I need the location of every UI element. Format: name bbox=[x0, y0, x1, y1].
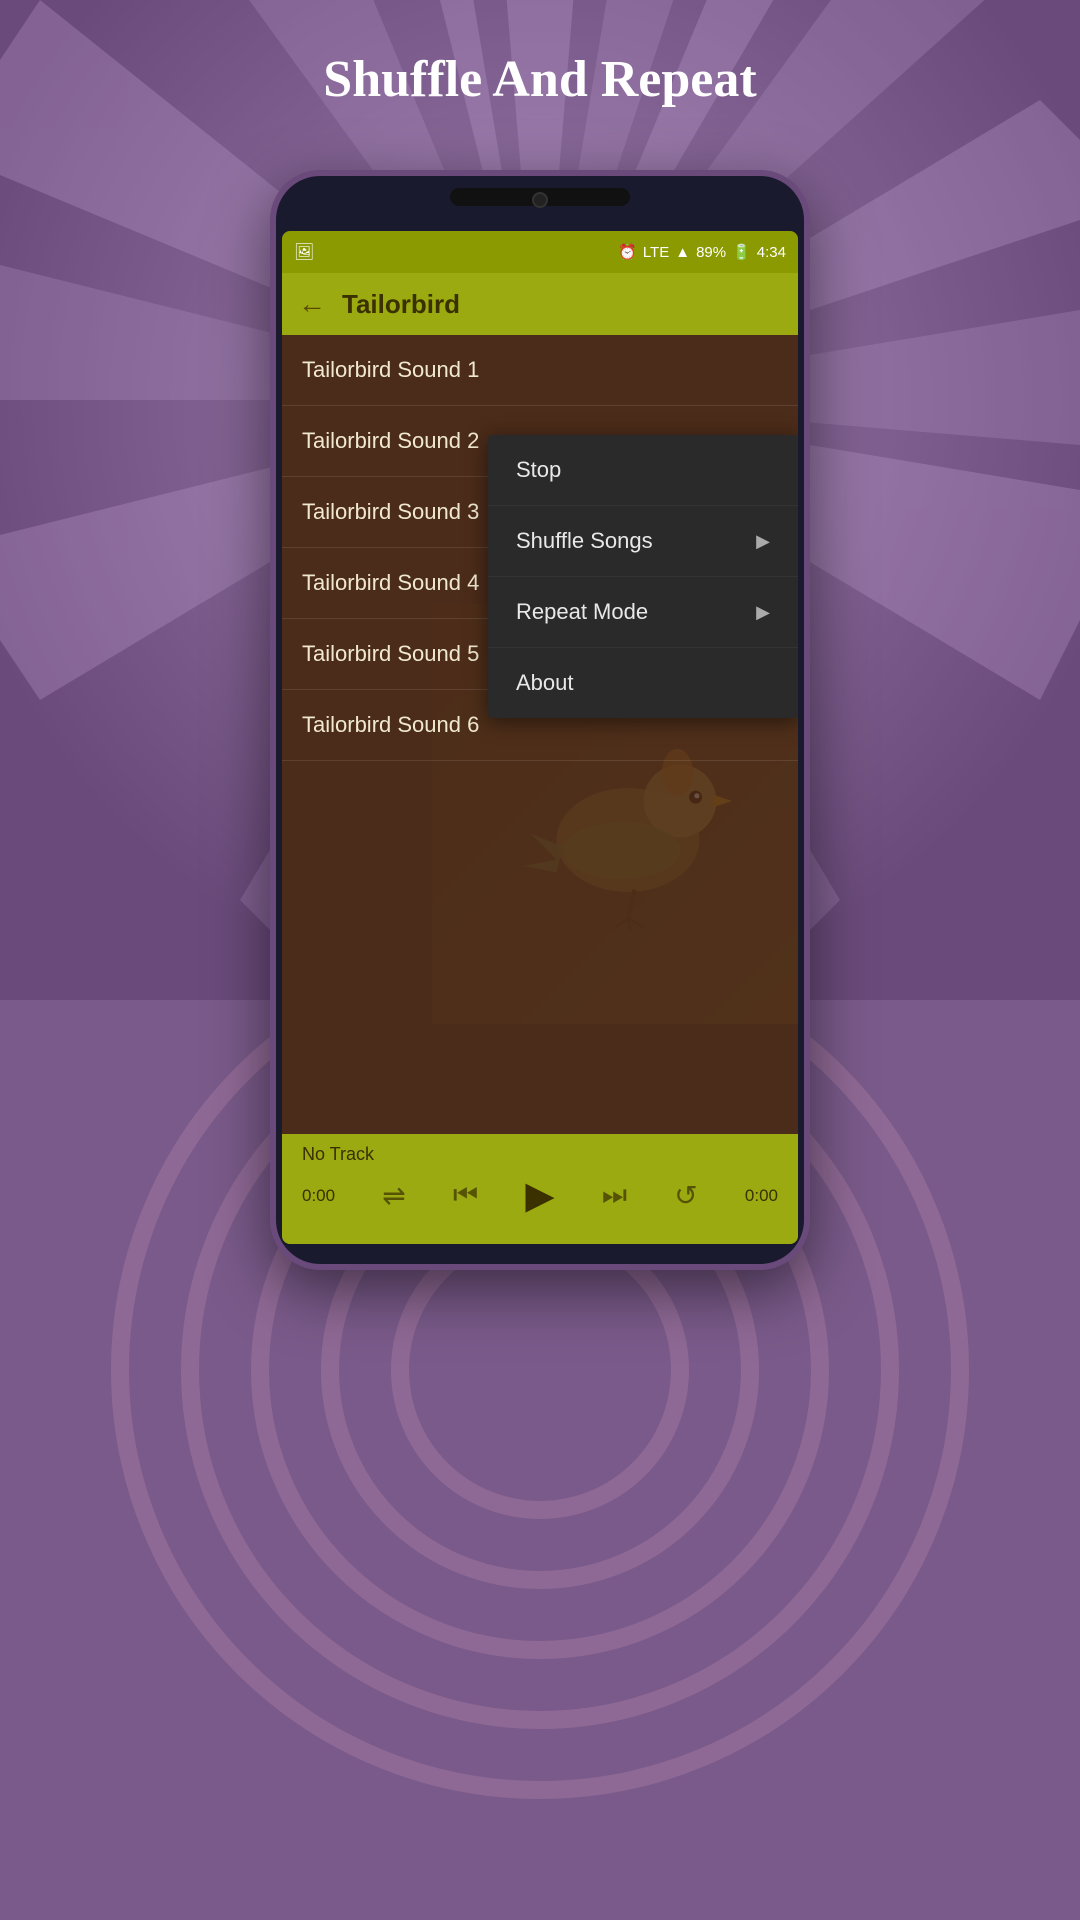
player-bar: No Track 0:00 ⇌ ⏮ ▶ ⏭ ↺ 0:00 bbox=[282, 1134, 798, 1244]
shuffle-chevron: ▶ bbox=[756, 531, 770, 552]
app-toolbar: ← Tailorbird bbox=[282, 273, 798, 335]
phone-screen: 🖼 ⏰ LTE ▲ 89% 🔋 4:34 ← Tailorbird bbox=[282, 231, 798, 1244]
mute-button bbox=[270, 326, 276, 366]
status-bar: 🖼 ⏰ LTE ▲ 89% 🔋 4:34 bbox=[282, 231, 798, 273]
power-button bbox=[804, 376, 810, 436]
status-left: 🖼 bbox=[294, 242, 314, 262]
time-left: 0:00 bbox=[302, 1186, 335, 1206]
context-menu: Stop Shuffle Songs ▶ Repeat Mode ▶ About bbox=[488, 435, 798, 718]
prev-button[interactable]: ⏮ bbox=[453, 1179, 478, 1212]
shuffle-button[interactable]: ⇌ bbox=[382, 1179, 405, 1212]
clock: 4:34 bbox=[757, 244, 786, 261]
signal-bars: ▲ bbox=[675, 244, 690, 261]
play-button[interactable]: ▶ bbox=[525, 1173, 554, 1218]
volume-up-button bbox=[270, 386, 276, 456]
menu-item-stop[interactable]: Stop bbox=[488, 435, 798, 506]
menu-item-about[interactable]: About bbox=[488, 648, 798, 718]
lte-label: LTE bbox=[643, 244, 669, 261]
alarm-icon: ⏰ bbox=[618, 243, 637, 261]
volume-down-button bbox=[270, 476, 276, 546]
back-button[interactable]: ← bbox=[298, 288, 326, 320]
repeat-label: Repeat Mode bbox=[516, 599, 648, 625]
photo-icon: 🖼 bbox=[294, 242, 314, 262]
phone-mockup: 🖼 ⏰ LTE ▲ 89% 🔋 4:34 ← Tailorbird bbox=[270, 170, 810, 1270]
about-label: About bbox=[516, 670, 574, 696]
toolbar-title: Tailorbird bbox=[342, 289, 460, 320]
repeat-chevron: ▶ bbox=[756, 602, 770, 623]
battery-icon: 🔋 bbox=[732, 243, 751, 261]
song-item-1[interactable]: Tailorbird Sound 1 bbox=[282, 335, 798, 406]
phone-frame: 🖼 ⏰ LTE ▲ 89% 🔋 4:34 ← Tailorbird bbox=[270, 170, 810, 1270]
menu-item-repeat[interactable]: Repeat Mode ▶ bbox=[488, 577, 798, 648]
phone-camera bbox=[532, 192, 548, 208]
player-controls: 0:00 ⇌ ⏮ ▶ ⏭ ↺ 0:00 bbox=[302, 1173, 778, 1218]
battery-pct: 89% bbox=[696, 244, 726, 261]
next-button[interactable]: ⏭ bbox=[602, 1179, 627, 1212]
player-track: No Track bbox=[302, 1144, 778, 1165]
repeat-button[interactable]: ↺ bbox=[674, 1179, 697, 1212]
shuffle-label: Shuffle Songs bbox=[516, 528, 653, 554]
stop-label: Stop bbox=[516, 457, 561, 483]
status-right: ⏰ LTE ▲ 89% 🔋 4:34 bbox=[618, 243, 786, 261]
time-right: 0:00 bbox=[745, 1186, 778, 1206]
menu-item-shuffle[interactable]: Shuffle Songs ▶ bbox=[488, 506, 798, 577]
page-title: Shuffle And Repeat bbox=[0, 50, 1080, 109]
